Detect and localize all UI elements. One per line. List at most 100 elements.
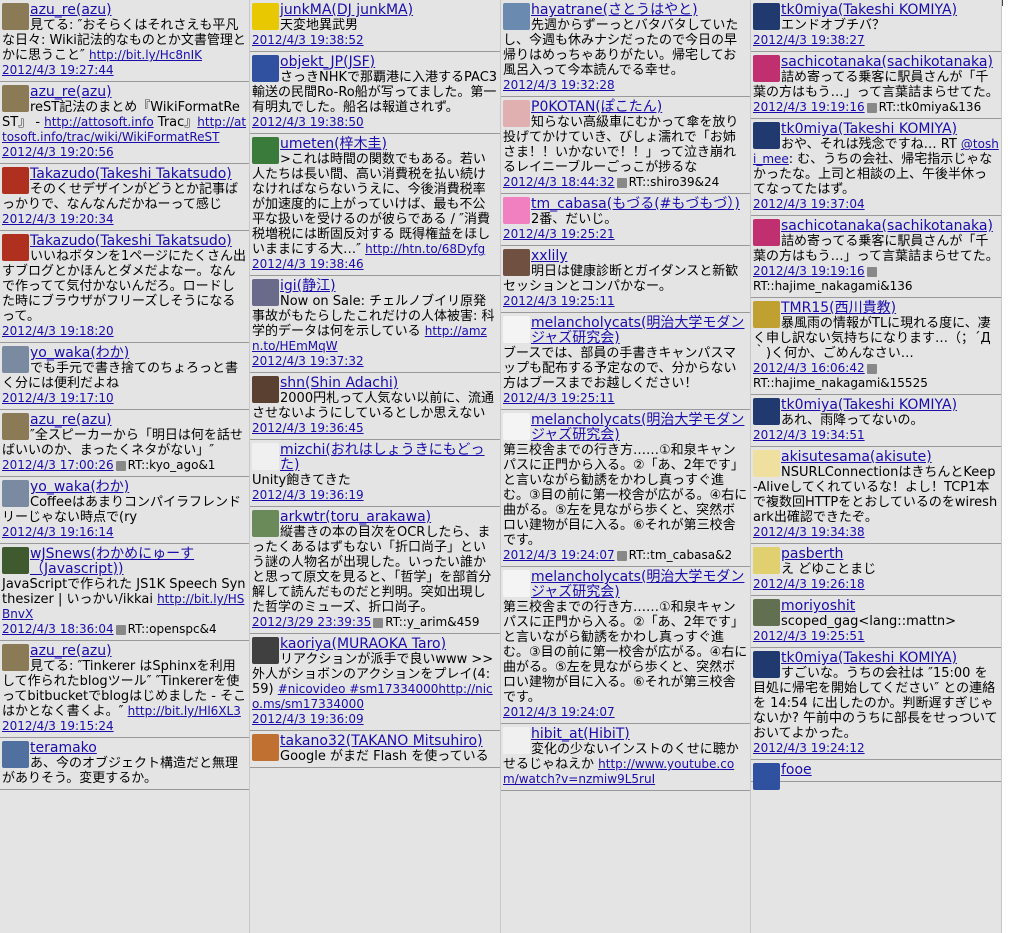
tweet-link[interactable]: http://htn.to/68Dyfg xyxy=(365,242,485,256)
timestamp-link[interactable]: 2012/4/3 19:25:11 xyxy=(503,294,615,308)
avatar[interactable] xyxy=(753,599,780,626)
user-name-link[interactable]: arkwtr(toru_arakawa) xyxy=(280,509,431,525)
user-name-link[interactable]: melancholycats(明治大学モダンジャズ研究会) xyxy=(531,315,744,346)
user-name-link[interactable]: yo_waka(わか) xyxy=(30,479,129,495)
user-name-link[interactable]: fooe xyxy=(781,762,812,778)
avatar[interactable] xyxy=(753,122,780,149)
timestamp-link[interactable]: 2012/4/3 19:38:46 xyxy=(252,257,364,271)
user-name-link[interactable]: melancholycats(明治大学モダンジャズ研究会) xyxy=(531,412,744,443)
timestamp-link[interactable]: 2012/4/3 19:38:50 xyxy=(252,115,364,129)
timestamp-link[interactable]: 2012/4/3 19:36:09 xyxy=(252,712,364,726)
timeline-column-2[interactable]: junkMA(DJ junkMA) 天変地異武男 2012/4/3 19:38:52… xyxy=(250,0,501,933)
user-name-link[interactable]: TMR15(西川貴教) xyxy=(781,300,896,316)
avatar[interactable] xyxy=(753,3,780,30)
timestamp-link[interactable]: 2012/4/3 19:25:21 xyxy=(503,227,615,241)
user-name-link[interactable]: Takazudo(Takeshi Takatsudo) xyxy=(30,233,232,249)
user-name-link[interactable]: mizchi(おれはしょうきにもどった) xyxy=(280,442,485,473)
timestamp-link[interactable]: 2012/4/3 19:27:44 xyxy=(2,63,114,77)
timestamp-link[interactable]: 2012/4/3 19:37:32 xyxy=(252,354,364,368)
avatar[interactable] xyxy=(753,301,780,328)
avatar[interactable] xyxy=(2,644,29,671)
avatar[interactable] xyxy=(753,651,780,678)
user-name-link[interactable]: hibit_at(HibiT) xyxy=(531,726,630,742)
user-name-link[interactable]: azu_re(azu) xyxy=(30,84,112,100)
avatar[interactable] xyxy=(252,734,279,761)
hashtag-links[interactable]: #nicovideo #sm17334000 xyxy=(278,682,439,696)
timestamp-link[interactable]: 2012/4/3 19:36:45 xyxy=(252,421,364,435)
user-name-link[interactable]: teramako xyxy=(30,740,97,756)
avatar[interactable] xyxy=(2,234,29,261)
avatar[interactable] xyxy=(753,763,780,790)
avatar[interactable] xyxy=(753,398,780,425)
avatar[interactable] xyxy=(2,480,29,507)
timestamp-link[interactable]: 2012/4/3 19:26:18 xyxy=(753,577,865,591)
tweet-link[interactable]: http://bit.ly/Hc8nIK xyxy=(89,48,202,62)
timestamp-link[interactable]: 2012/4/3 19:37:04 xyxy=(753,197,865,211)
timestamp-link[interactable]: 2012/4/3 19:19:16 xyxy=(753,264,865,278)
timestamp-link[interactable]: 2012/4/3 19:18:20 xyxy=(2,324,114,338)
timestamp-link[interactable]: 2012/4/3 19:19:16 xyxy=(753,100,865,114)
timeline-column-1[interactable]: azu_re(azu) 見てる: ″おそらくはそれさえも平凡な日々: Wiki記法… xyxy=(0,0,250,933)
timestamp-link[interactable]: 2012/4/3 19:34:38 xyxy=(753,525,865,539)
user-name-link[interactable]: igi(静江) xyxy=(280,278,336,294)
user-name-link[interactable]: xxlily xyxy=(531,248,568,264)
avatar[interactable] xyxy=(252,279,279,306)
avatar[interactable] xyxy=(252,376,279,403)
user-name-link[interactable]: objekt_JP(JSF) xyxy=(280,54,375,70)
avatar[interactable] xyxy=(252,137,279,164)
user-name-link[interactable]: junkMA(DJ junkMA) xyxy=(280,2,413,18)
timestamp-link[interactable]: 2012/4/3 19:24:07 xyxy=(503,548,615,562)
user-name-link[interactable]: takano32(TAKANO Mitsuhiro) xyxy=(280,733,483,749)
user-name-link[interactable]: melancholycats(明治大学モダンジャズ研究会) xyxy=(531,569,744,600)
tweet-link[interactable]: http://attosoft.info xyxy=(44,115,154,129)
timestamp-link[interactable]: 2012/4/3 17:00:26 xyxy=(2,458,114,472)
avatar[interactable] xyxy=(252,637,279,664)
timestamp-link[interactable]: 2012/4/3 19:16:14 xyxy=(2,525,114,539)
avatar[interactable] xyxy=(503,316,530,343)
timestamp-link[interactable]: 2012/4/3 19:38:52 xyxy=(252,33,364,47)
timestamp-link[interactable]: 2012/4/3 19:32:28 xyxy=(503,78,615,92)
timestamp-link[interactable]: 2012/4/3 19:24:12 xyxy=(753,741,865,755)
timestamp-link[interactable]: 2012/4/3 19:24:07 xyxy=(503,705,615,719)
user-name-link[interactable]: sachicotanaka(sachikotanaka) xyxy=(781,54,993,70)
avatar[interactable] xyxy=(503,3,530,30)
user-name-link[interactable]: umeten(梓木圭) xyxy=(280,136,387,152)
user-name-link[interactable]: tk0miya(Takeshi KOMIYA) xyxy=(781,121,957,137)
timestamp-link[interactable]: 2012/4/3 19:34:51 xyxy=(753,428,865,442)
timestamp-link[interactable]: 2012/3/29 23:39:35 xyxy=(252,615,371,629)
avatar[interactable] xyxy=(753,547,780,574)
avatar[interactable] xyxy=(503,570,530,597)
avatar[interactable] xyxy=(2,346,29,373)
timestamp-link[interactable]: 2012/4/3 18:36:04 xyxy=(2,622,114,636)
user-name-link[interactable]: kaoriya(MURAOKA Taro) xyxy=(280,636,446,652)
avatar[interactable] xyxy=(2,547,29,574)
timestamp-link[interactable]: 2012/4/3 19:17:10 xyxy=(2,391,114,405)
user-name-link[interactable]: moriyoshit xyxy=(781,598,855,614)
user-name-link[interactable]: sachicotanaka(sachikotanaka) xyxy=(781,218,993,234)
avatar[interactable] xyxy=(753,55,780,82)
user-name-link[interactable]: shn(Shin Adachi) xyxy=(280,375,398,391)
user-name-link[interactable]: azu_re(azu) xyxy=(30,643,112,659)
user-name-link[interactable]: tk0miya(Takeshi KOMIYA) xyxy=(781,2,957,18)
user-name-link[interactable]: wJSnews(わかめにゅーす（Javascript)) xyxy=(30,546,194,577)
avatar[interactable] xyxy=(2,3,29,30)
user-name-link[interactable]: tk0miya(Takeshi KOMIYA) xyxy=(781,397,957,413)
avatar[interactable] xyxy=(2,167,29,194)
avatar[interactable] xyxy=(252,55,279,82)
user-name-link[interactable]: tk0miya(Takeshi KOMIYA) xyxy=(781,650,957,666)
timestamp-link[interactable]: 2012/4/3 19:38:27 xyxy=(753,33,865,47)
user-name-link[interactable]: yo_waka(わか) xyxy=(30,345,129,361)
user-name-link[interactable]: azu_re(azu) xyxy=(30,412,112,428)
avatar[interactable] xyxy=(753,450,780,477)
user-name-link[interactable]: pasberth xyxy=(781,546,843,562)
timestamp-link[interactable]: 2012/4/3 18:44:32 xyxy=(503,175,615,189)
timeline-column-4[interactable]: tk0miya(Takeshi KOMIYA) エンドオブチバ？ 2012/4/3 … xyxy=(751,0,1002,933)
avatar[interactable] xyxy=(252,3,279,30)
avatar[interactable] xyxy=(503,413,530,440)
timestamp-link[interactable]: 2012/4/3 19:20:56 xyxy=(2,145,114,159)
timestamp-link[interactable]: 2012/4/3 19:25:51 xyxy=(753,629,865,643)
user-name-link[interactable]: Takazudo(Takeshi Takatsudo) xyxy=(30,166,232,182)
avatar[interactable] xyxy=(2,85,29,112)
avatar[interactable] xyxy=(503,249,530,276)
timestamp-link[interactable]: 2012/4/3 19:36:19 xyxy=(252,488,364,502)
